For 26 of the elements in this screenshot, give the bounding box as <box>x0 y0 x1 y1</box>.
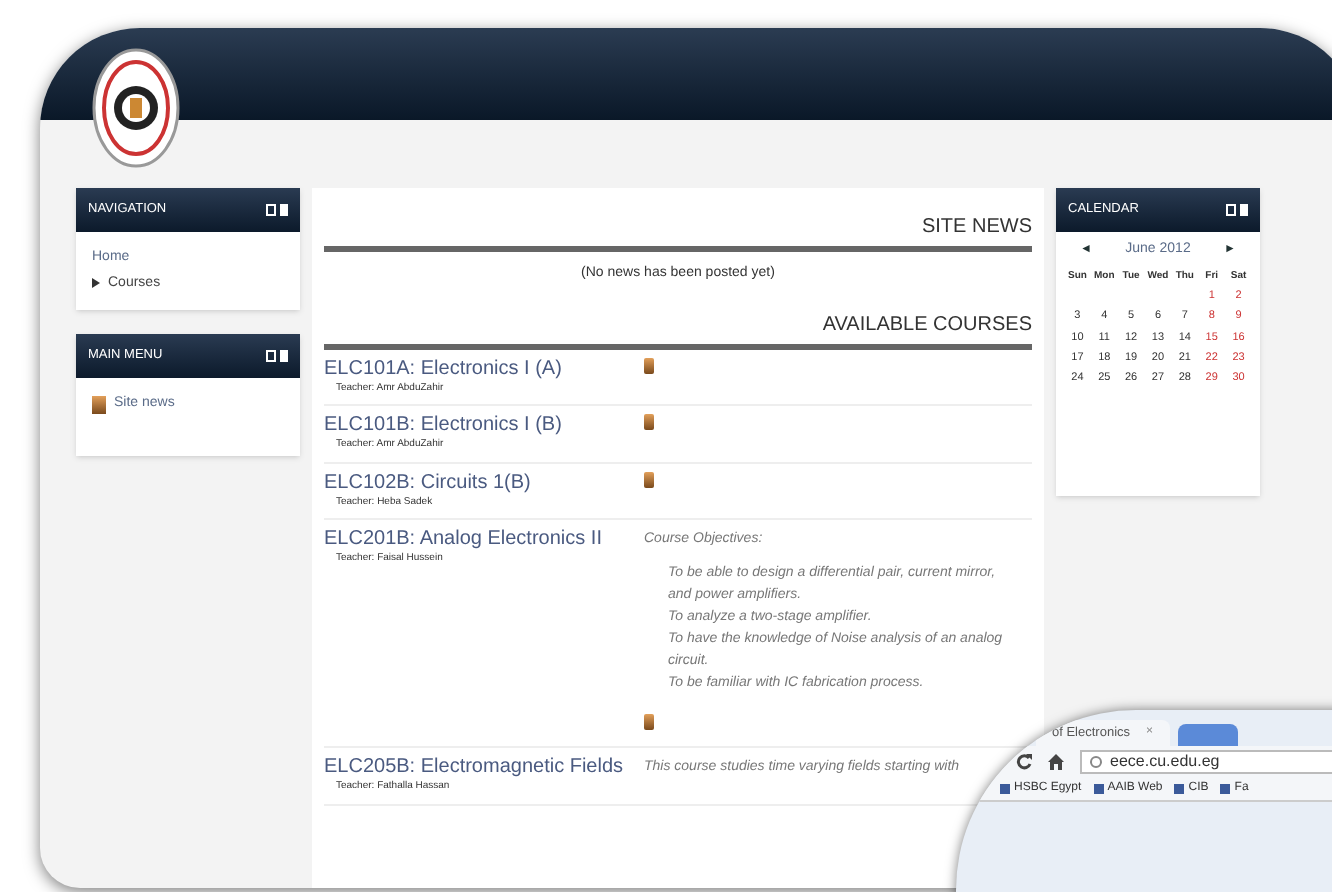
course-link[interactable]: ELC101B: Electronics I (B) <box>324 414 644 438</box>
course-link[interactable]: ELC205B: Electromagnetic Fields <box>324 756 644 780</box>
course-info-icon[interactable] <box>644 714 654 730</box>
dock-icon[interactable] <box>266 350 276 362</box>
course-link[interactable]: ELC102B: Circuits 1(B) <box>324 471 644 495</box>
expand-arrow-icon[interactable] <box>92 278 100 289</box>
course-link[interactable]: ELC101A: Electronics I (A) <box>324 357 644 381</box>
section-heading: AVAILABLE COURSES <box>324 309 1032 349</box>
dock-icon[interactable] <box>266 204 276 216</box>
emblem-logo <box>92 48 180 168</box>
bookmark-icon <box>1220 784 1231 794</box>
dock-icon[interactable] <box>1226 204 1236 216</box>
course-info-icon[interactable] <box>644 414 654 430</box>
section-heading: SITE NEWS <box>324 212 1032 252</box>
course-info-icon[interactable] <box>644 471 654 487</box>
bookmark-icon <box>1174 784 1185 794</box>
news-icon <box>92 395 106 414</box>
reload-icon[interactable] <box>1016 754 1032 770</box>
course-link[interactable]: ELC201B: Analog Electronics II <box>324 528 644 552</box>
course-info-icon[interactable] <box>644 357 654 373</box>
address-field[interactable]: eece.cu.edu.eg <box>1080 750 1332 774</box>
bookmark-icon <box>1000 784 1010 794</box>
home-icon[interactable] <box>1048 754 1064 770</box>
globe-icon <box>1090 756 1102 768</box>
bookmark-icon <box>1093 784 1104 794</box>
new-tab-button[interactable] <box>1177 724 1238 746</box>
